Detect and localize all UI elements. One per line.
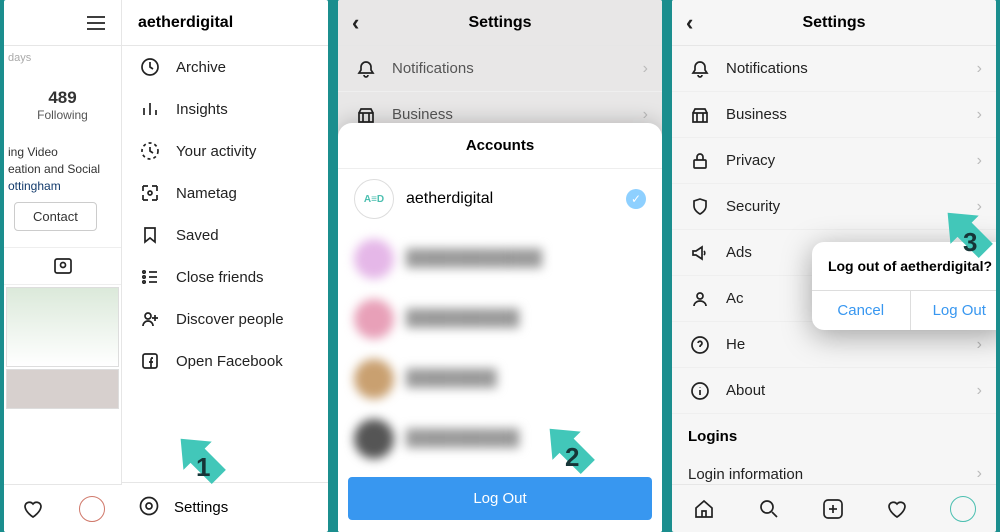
check-icon: ✓ bbox=[626, 189, 646, 209]
avatar bbox=[354, 359, 394, 399]
chevron-right-icon: › bbox=[977, 465, 982, 483]
settings-header: ‹ Settings bbox=[672, 0, 996, 46]
chevron-right-icon: › bbox=[977, 60, 982, 78]
home-icon[interactable] bbox=[692, 497, 716, 521]
chevron-right-icon: › bbox=[977, 336, 982, 354]
account-item[interactable]: ████████████ bbox=[338, 229, 662, 289]
nametag-icon bbox=[138, 181, 162, 205]
row-privacy[interactable]: Privacy› bbox=[672, 138, 996, 184]
chevron-right-icon: › bbox=[977, 106, 982, 124]
row-login-info[interactable]: Login information› bbox=[672, 451, 996, 484]
row-notifications[interactable]: Notifications› bbox=[338, 46, 662, 92]
step-number: 1 bbox=[196, 452, 210, 483]
discover-icon bbox=[138, 307, 162, 331]
avatar: A≡D bbox=[354, 179, 394, 219]
days-label: days bbox=[4, 46, 121, 70]
menu-discover[interactable]: Discover people bbox=[122, 298, 328, 340]
lock-icon bbox=[688, 149, 712, 173]
menu-nametag[interactable]: Nametag bbox=[122, 172, 328, 214]
logout-button[interactable]: Log Out bbox=[348, 477, 652, 520]
following-label: Following bbox=[10, 108, 115, 122]
menu-archive[interactable]: Archive bbox=[122, 46, 328, 88]
contact-button[interactable]: Contact bbox=[14, 202, 97, 231]
menu-settings[interactable]: Settings bbox=[122, 482, 328, 532]
step-number: 2 bbox=[565, 442, 579, 473]
chevron-right-icon: › bbox=[643, 60, 648, 78]
following-count[interactable]: 489 bbox=[10, 88, 115, 108]
back-icon[interactable]: ‹ bbox=[352, 10, 359, 36]
bio-line: eation and Social bbox=[8, 161, 121, 178]
menu-saved[interactable]: Saved bbox=[122, 214, 328, 256]
bell-icon bbox=[354, 57, 378, 81]
chevron-right-icon: › bbox=[977, 198, 982, 216]
bio-line: ing Video bbox=[8, 144, 121, 161]
logins-section: Logins bbox=[672, 414, 996, 451]
profile-tab-icon[interactable] bbox=[79, 496, 105, 522]
chevron-right-icon: › bbox=[977, 152, 982, 170]
profile-preview: days 489 Following ing Video eation and … bbox=[4, 0, 122, 532]
avatar bbox=[354, 239, 394, 279]
dialog-confirm-button[interactable]: Log Out bbox=[911, 291, 997, 330]
bio-link[interactable]: ottingham bbox=[8, 178, 121, 195]
drawer-username: aetherdigital bbox=[122, 0, 328, 46]
row-security[interactable]: Security› bbox=[672, 184, 996, 230]
account-item[interactable]: ██████████ bbox=[338, 289, 662, 349]
bell-icon bbox=[688, 57, 712, 81]
chevron-right-icon: › bbox=[977, 382, 982, 400]
business-icon bbox=[688, 103, 712, 127]
new-post-icon[interactable] bbox=[821, 497, 845, 521]
step-number: 3 bbox=[963, 227, 977, 258]
phone-step-2: ‹ Settings Notifications› Business› Priv… bbox=[338, 0, 662, 532]
row-notifications[interactable]: Notifications› bbox=[672, 46, 996, 92]
menu-insights[interactable]: Insights bbox=[122, 88, 328, 130]
account-item[interactable]: A≡D aetherdigital ✓ bbox=[338, 169, 662, 229]
settings-header: ‹ Settings bbox=[338, 0, 662, 46]
info-icon bbox=[688, 379, 712, 403]
row-business[interactable]: Business› bbox=[672, 92, 996, 138]
heart-icon[interactable] bbox=[21, 497, 45, 521]
activity-icon bbox=[138, 139, 162, 163]
facebook-icon bbox=[138, 349, 162, 373]
accounts-sheet: Accounts A≡D aetherdigital ✓ ███████████… bbox=[338, 123, 662, 532]
saved-icon bbox=[138, 223, 162, 247]
profile-tab-icon[interactable] bbox=[950, 496, 976, 522]
archive-icon bbox=[138, 55, 162, 79]
gear-icon bbox=[138, 495, 160, 521]
account-item[interactable]: ██████████ bbox=[338, 409, 662, 469]
tab-bar bbox=[672, 484, 996, 532]
heart-icon[interactable] bbox=[885, 497, 909, 521]
ads-icon bbox=[688, 241, 712, 265]
sheet-title: Accounts bbox=[338, 123, 662, 169]
post-thumbnail[interactable] bbox=[6, 287, 119, 367]
phone-step-3: ‹ Settings Notifications› Business› Priv… bbox=[672, 0, 996, 532]
account-icon bbox=[688, 287, 712, 311]
phone-step-1: days 489 Following ing Video eation and … bbox=[4, 0, 328, 532]
menu-activity[interactable]: Your activity bbox=[122, 130, 328, 172]
search-icon[interactable] bbox=[757, 497, 781, 521]
help-icon bbox=[688, 333, 712, 357]
tagged-icon[interactable] bbox=[53, 257, 73, 275]
account-name: aetherdigital bbox=[406, 190, 493, 208]
insights-icon bbox=[138, 97, 162, 121]
account-item[interactable]: ████████ bbox=[338, 349, 662, 409]
post-thumbnail[interactable] bbox=[6, 369, 119, 409]
row-about[interactable]: About› bbox=[672, 368, 996, 414]
dialog-cancel-button[interactable]: Cancel bbox=[812, 291, 911, 330]
menu-facebook[interactable]: Open Facebook bbox=[122, 340, 328, 382]
chevron-right-icon: › bbox=[643, 106, 648, 124]
back-icon[interactable]: ‹ bbox=[686, 10, 693, 36]
shield-icon bbox=[688, 195, 712, 219]
menu-close-friends[interactable]: Close friends bbox=[122, 256, 328, 298]
menu-icon[interactable] bbox=[85, 12, 107, 34]
avatar bbox=[354, 419, 394, 459]
avatar bbox=[354, 299, 394, 339]
close-friends-icon bbox=[138, 265, 162, 289]
